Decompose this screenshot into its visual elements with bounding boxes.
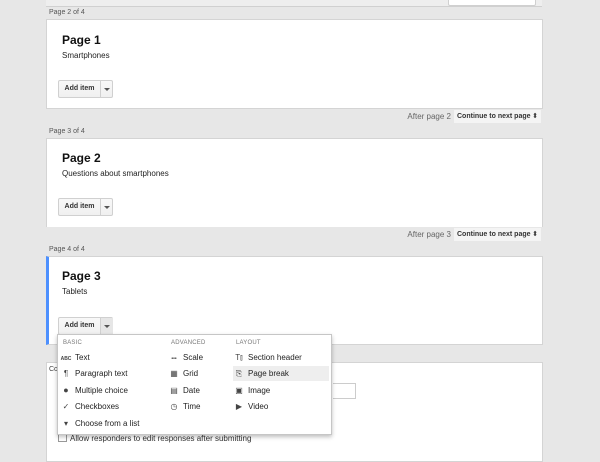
menu-item-time[interactable]: ◷ Time (168, 399, 230, 414)
menu-heading-advanced: ADVANCED (171, 340, 206, 346)
menu-item-label: Section header (248, 353, 302, 362)
menu-item-section-header[interactable]: T⫾ Section header (233, 350, 329, 365)
page-navigation-bar: After page 2 Continue to next page ⬍ (46, 109, 543, 125)
menu-item-label: Scale (183, 353, 204, 362)
add-item-button-group: Add item (58, 198, 113, 216)
menu-item-choose-from-list[interactable]: ▾ Choose from a list (60, 416, 166, 431)
go-to-page-select[interactable]: Continue to next page ⬍ (454, 228, 541, 241)
add-item-button[interactable]: Add item (59, 318, 100, 334)
menu-item-paragraph-text[interactable]: ¶ Paragraph text (60, 366, 166, 381)
checkmark-icon: ✓ (62, 402, 70, 411)
menu-item-label: Image (248, 386, 271, 395)
menu-item-grid[interactable]: ▦ Grid (168, 366, 230, 381)
page-counter: Page 4 of 4 (46, 244, 166, 256)
menu-item-page-break[interactable]: ⎘ Page break (233, 366, 329, 381)
menu-item-label: Date (183, 386, 200, 395)
menu-item-label: Paragraph text (75, 369, 128, 378)
after-page-label: After page 2 (407, 112, 451, 121)
page-title[interactable]: Page 1 (62, 33, 101, 47)
clock-icon: ◷ (170, 402, 178, 411)
go-to-page-value: Continue to next page (457, 231, 531, 238)
calendar-icon: ▤ (170, 386, 178, 395)
previous-nav-select[interactable] (448, 0, 536, 6)
menu-item-checkboxes[interactable]: ✓ Checkboxes (60, 399, 166, 414)
menu-item-text[interactable]: ABC Text (60, 350, 166, 365)
page-break-icon: ⎘ (235, 369, 243, 378)
page-title[interactable]: Page 2 (62, 151, 101, 165)
page-section: Page 2 Questions about smartphones Add i… (46, 138, 543, 228)
menu-item-multiple-choice[interactable]: ● Multiple choice (60, 383, 166, 398)
go-to-page-value: Continue to next page (457, 113, 531, 120)
menu-item-label: Multiple choice (75, 386, 128, 395)
go-to-page-select[interactable]: Continue to next page ⬍ (454, 110, 541, 123)
page-description[interactable]: Tablets (62, 287, 87, 296)
menu-item-label: Grid (183, 369, 199, 378)
add-item-button-group: Add item (58, 80, 113, 98)
video-icon: ▶ (235, 402, 243, 411)
menu-item-date[interactable]: ▤ Date (168, 383, 230, 398)
paragraph-icon: ¶ (63, 369, 69, 378)
add-item-menu: BASIC ADVANCED LAYOUT ABC Text ¶ Paragraph… (57, 334, 332, 435)
after-page-label: After page 3 (407, 230, 451, 239)
sort-arrows-icon: ⬍ (532, 231, 538, 238)
chevron-down-icon[interactable] (100, 318, 113, 334)
add-item-button[interactable]: Add item (59, 81, 100, 97)
add-item-button[interactable]: Add item (59, 199, 100, 215)
page-title[interactable]: Page 3 (62, 269, 101, 283)
grid-icon: ▦ (170, 369, 178, 378)
previous-nav-bar (46, 0, 542, 7)
menu-item-video[interactable]: ▶ Video (233, 399, 329, 414)
scale-icon: ••• (171, 356, 177, 362)
page-navigation-bar: After page 3 Continue to next page ⬍ (46, 227, 543, 243)
menu-item-label: Checkboxes (75, 402, 120, 411)
page-section-active: Page 3 Tablets Add item (46, 256, 543, 345)
image-icon: ▣ (235, 386, 243, 395)
radio-icon: ● (63, 385, 69, 395)
settings-input[interactable] (333, 383, 356, 399)
edit-responses-label: Allow responders to edit responses after… (70, 434, 252, 443)
menu-item-label: Video (248, 402, 269, 411)
menu-item-label: Text (75, 353, 90, 362)
text-icon: ABC (60, 356, 72, 362)
menu-item-label: Time (183, 402, 201, 411)
page-counter: Page 2 of 4 (46, 7, 166, 19)
menu-heading-layout: LAYOUT (236, 340, 261, 346)
sort-arrows-icon: ⬍ (532, 113, 538, 120)
menu-item-image[interactable]: ▣ Image (233, 383, 329, 398)
chevron-down-icon[interactable] (100, 81, 113, 97)
page-description[interactable]: Smartphones (62, 51, 110, 60)
page-counter: Page 3 of 4 (46, 126, 166, 138)
add-item-button-group: Add item (58, 317, 113, 335)
page-section: Page 1 Smartphones Add item (46, 19, 543, 109)
page-description[interactable]: Questions about smartphones (62, 169, 169, 178)
menu-heading-basic: BASIC (63, 340, 83, 346)
dropdown-icon: ▾ (63, 419, 68, 428)
section-header-icon: T⫾ (235, 353, 243, 362)
menu-item-label: Page break (248, 369, 289, 378)
menu-item-scale[interactable]: ••• Scale (168, 350, 230, 365)
menu-item-label: Choose from a list (75, 419, 140, 428)
chevron-down-icon[interactable] (100, 199, 113, 215)
